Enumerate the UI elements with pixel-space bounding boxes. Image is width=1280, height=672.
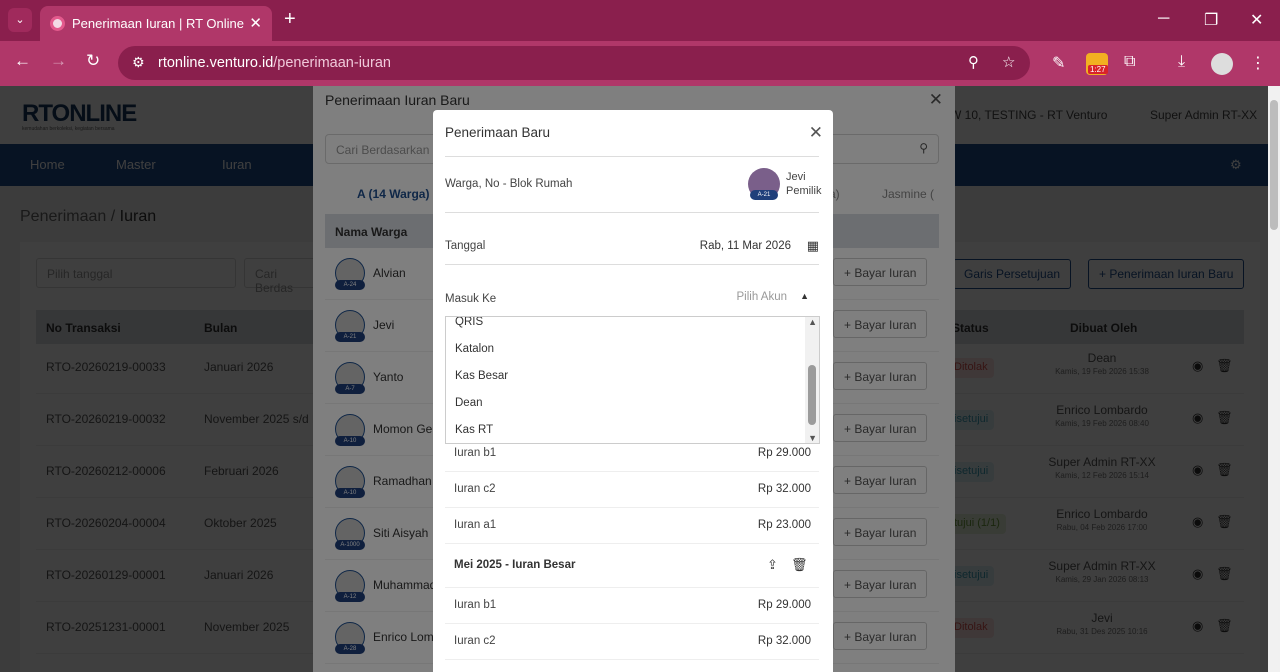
iuran-item: Iuran b1 Rp 29.000 [445,588,819,624]
restore-icon[interactable]: ❐ [1204,10,1218,30]
url-path: /penerimaan-iuran [273,55,391,71]
option-dean[interactable]: Dean [455,397,483,409]
extension-feather-icon[interactable]: ✎ [1052,53,1065,73]
page-scrollbar[interactable] [1268,86,1280,672]
scroll-up-icon[interactable]: ▲ [808,317,817,327]
browser-tabbar: ⌄ Penerimaan Iuran | RT Online ✕ + ─ ❐ ✕ [0,0,1280,41]
profile-avatar[interactable] [1211,53,1233,75]
menu-kebab-icon[interactable]: ⋮ [1250,53,1266,73]
akun-select[interactable]: Pilih Akun [736,291,787,303]
penerimaan-baru-modal: Penerimaan Baru ✕ Warga, No - Blok Rumah… [433,110,833,672]
browser-toolbar: ← → ↻ ⚙ rtonline.venturo.id/penerimaan-i… [0,41,1280,86]
browser-tab[interactable]: Penerimaan Iuran | RT Online ✕ [40,6,272,41]
calendar-icon[interactable]: ▦ [807,238,819,254]
new-tab-icon[interactable]: + [284,8,296,31]
extension-timer-icon[interactable]: 1:27 [1086,53,1108,75]
iuran-item: Iuran a1 Rp 23.000 [445,508,819,544]
iuran-name: Iuran b1 [454,599,497,611]
iuran-name: Iuran a1 [454,519,497,531]
close-window-icon[interactable]: ✕ [1250,10,1263,30]
close-tab-icon[interactable]: ✕ [249,14,262,32]
option-katalon[interactable]: Katalon [455,343,494,355]
blok-tag: A-21 [750,190,778,200]
option-kas-rt[interactable]: Kas RT [455,424,493,436]
iuran-item: Iuran c2 Rp 32.000 [445,624,819,660]
extensions-puzzle-icon[interactable]: ⧉ [1124,53,1135,71]
caret-up-icon[interactable]: ▲ [800,291,809,301]
close-icon[interactable]: ✕ [809,123,823,143]
warga-info[interactable]: Jevi Pemilik [786,170,821,198]
iuran-name: Iuran c2 [454,483,496,495]
iuran-group: Mei 2025 - Iuran Besar ⇪ 🗑 [445,544,819,588]
tanggal-label: Tanggal [445,240,486,252]
download-icon[interactable]: ⤓ [1178,53,1185,71]
iuran-name: Iuran c2 [454,635,496,647]
tab-search-icon[interactable]: ⌄ [8,8,32,32]
tanggal-input[interactable]: Rab, 11 Mar 2026 [700,240,791,252]
masuk-ke-label: Masuk Ke [445,293,497,305]
dropdown-scroll-thumb[interactable] [808,365,816,425]
iuran-price: Rp 32.000 [757,635,811,647]
akun-dropdown: QRIS Katalon Kas Besar Dean Kas RT ▲ ▼ [445,316,820,444]
warga-label: Warga, No - Blok Rumah [445,178,573,190]
iuran-item: Iuran b1 Rp 29.000 [445,436,819,472]
iuran-price: Rp 32.000 [757,483,811,495]
forward-icon[interactable]: → [50,51,67,71]
extension-badge: 1:27 [1088,65,1108,74]
iuran-name: Iuran b1 [454,447,497,459]
favicon-icon [50,16,65,31]
bookmark-star-icon[interactable]: ☆ [1002,53,1015,71]
upload-icon[interactable]: ⇪ [767,557,778,573]
address-bar[interactable]: ⚙ rtonline.venturo.id/penerimaan-iuran ⚲… [118,46,1030,80]
minimize-icon[interactable]: ─ [1158,10,1169,28]
tab-title: Penerimaan Iuran | RT Online [72,16,244,31]
iuran-price: Rp 29.000 [757,599,811,611]
url-host: rtonline.venturo.id [158,55,274,71]
zoom-icon[interactable]: ⚲ [968,53,979,71]
back-icon[interactable]: ← [14,51,31,71]
iuran-price: Rp 29.000 [757,447,811,459]
iuran-price: Rp 23.000 [757,519,811,531]
option-qris[interactable]: QRIS [455,317,483,328]
option-kas-besar[interactable]: Kas Besar [455,370,508,382]
group-title: Mei 2025 - Iuran Besar [454,559,576,571]
reload-icon[interactable]: ↻ [86,51,100,71]
modal-title: Penerimaan Baru [445,125,551,140]
iuran-item: Iuran c2 Rp 32.000 [445,472,819,508]
site-info-icon[interactable]: ⚙ [132,54,145,71]
trash-icon[interactable]: 🗑 [791,557,808,573]
